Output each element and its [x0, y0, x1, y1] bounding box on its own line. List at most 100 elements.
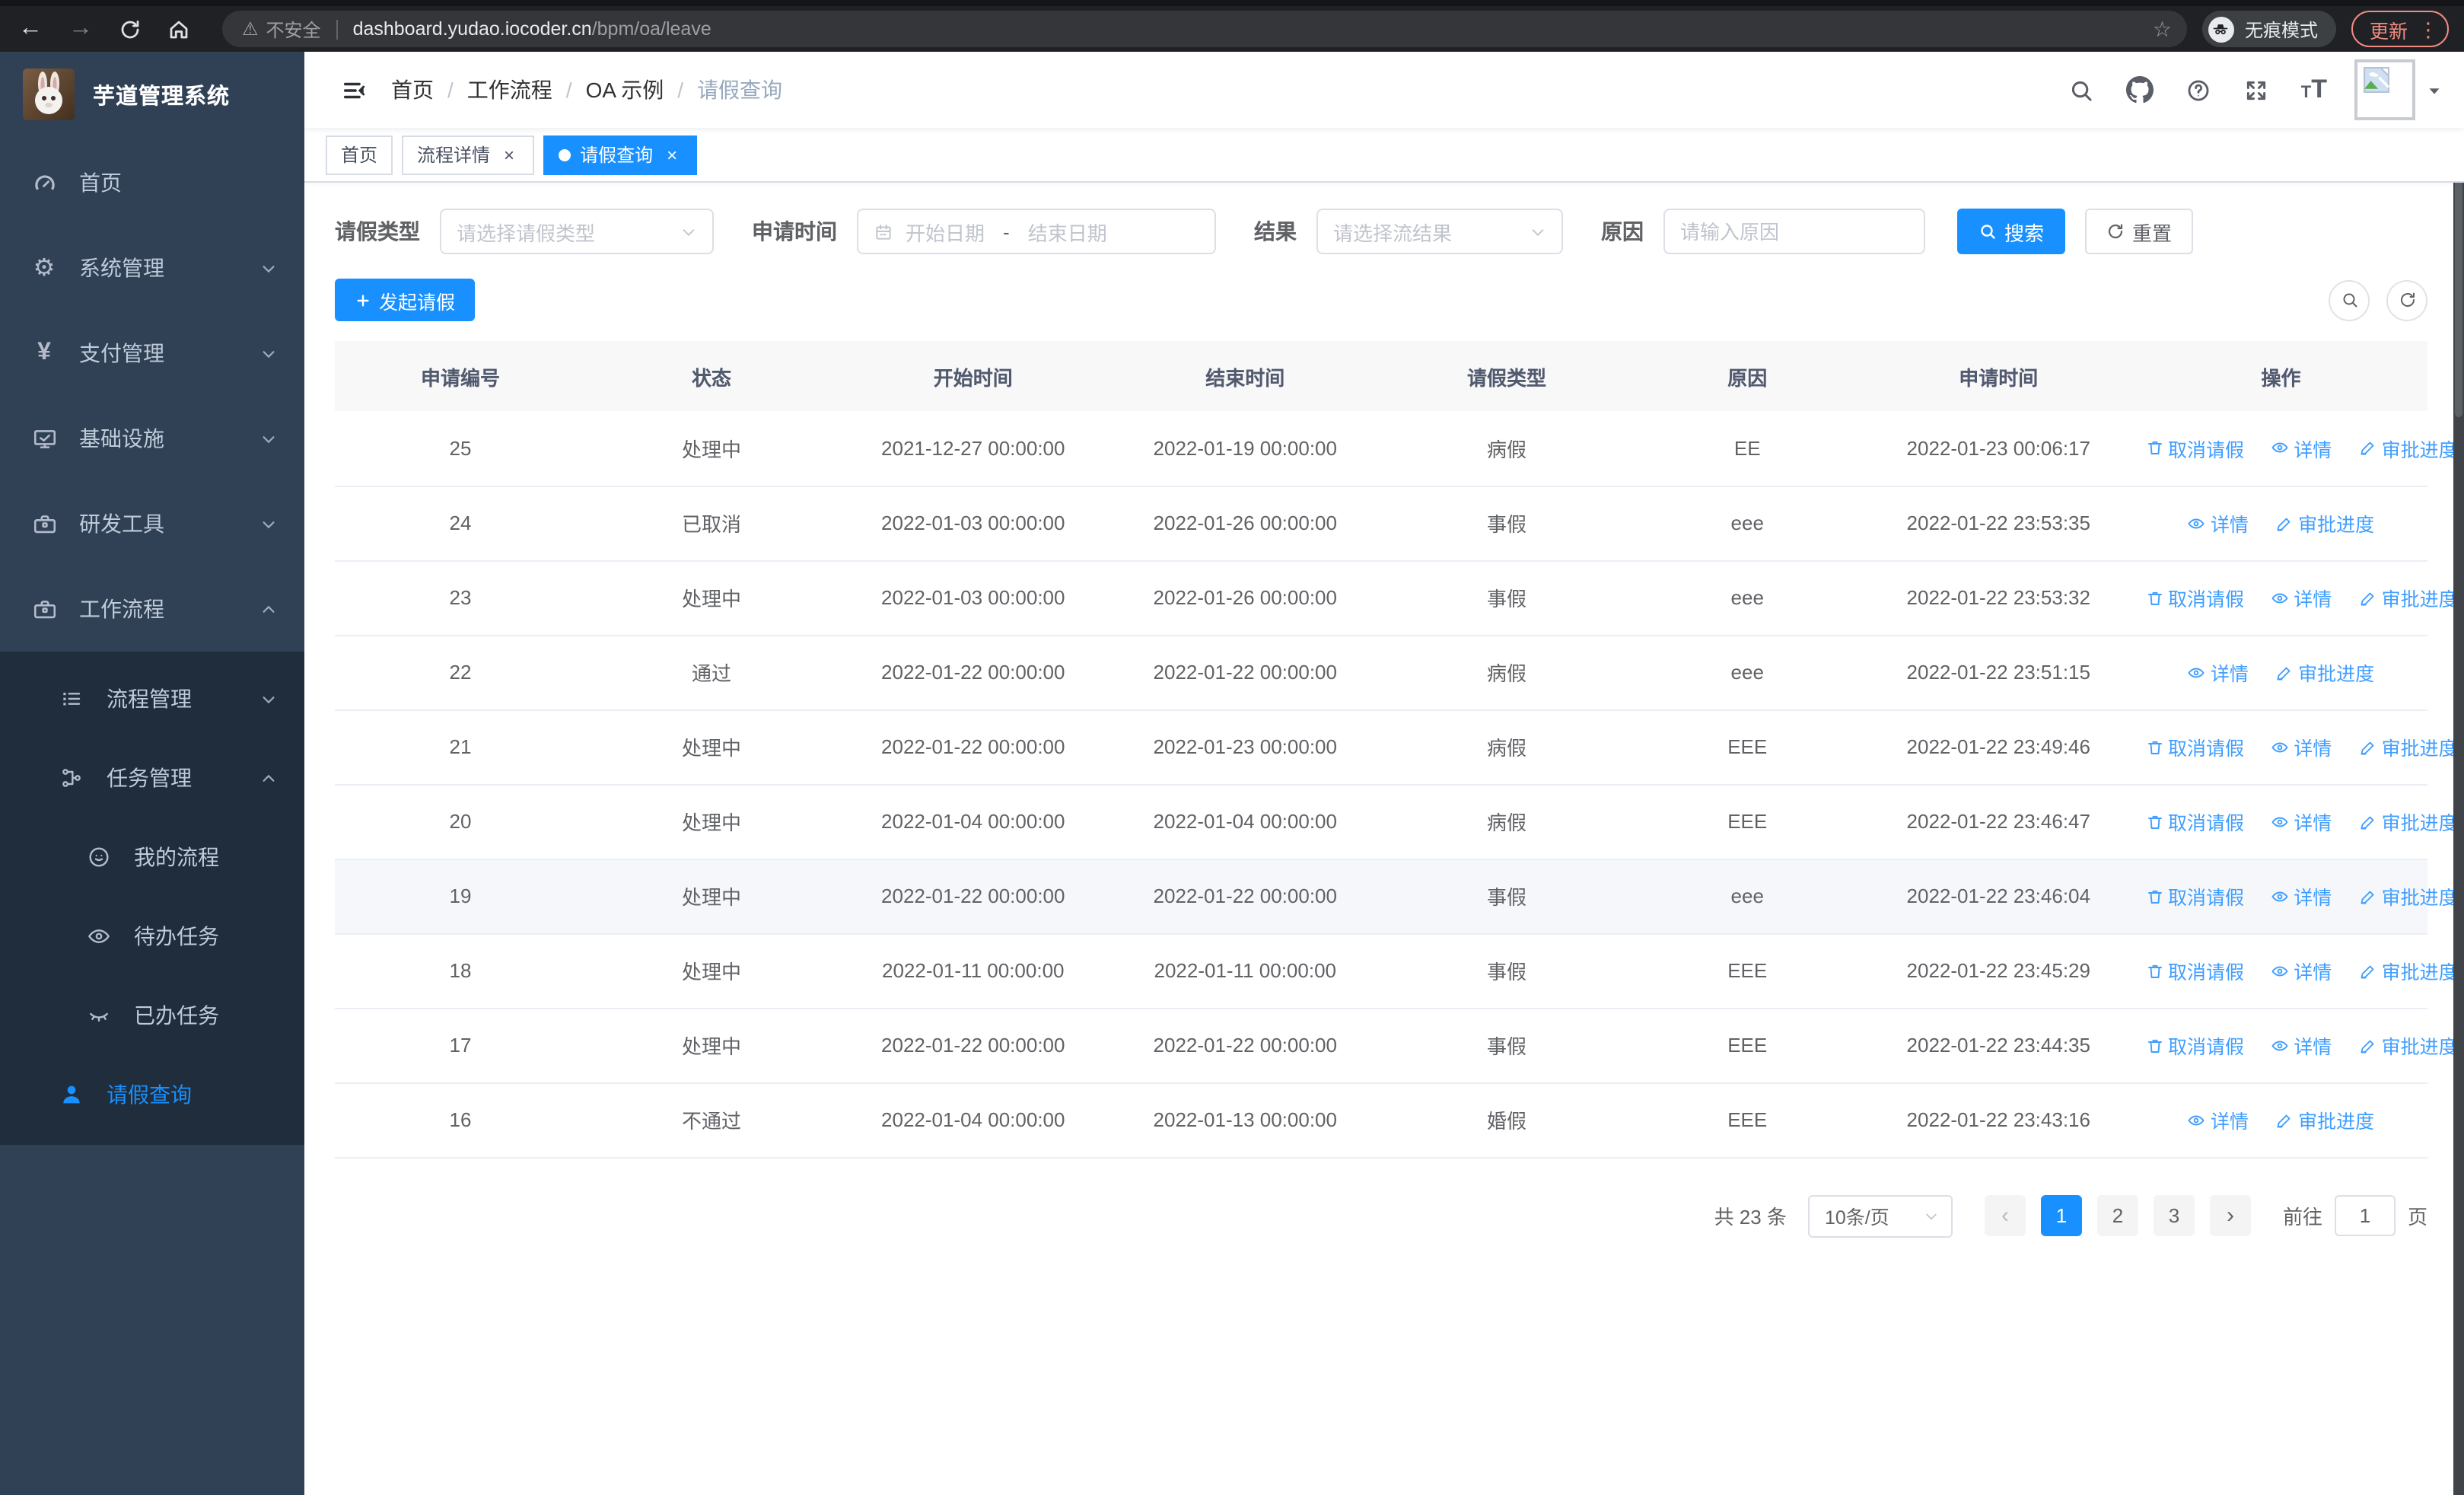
browser-back-icon[interactable]: ←	[18, 16, 43, 41]
approval-progress-link[interactable]: 审批进度	[2359, 732, 2458, 761]
reset-button[interactable]: 重置	[2085, 209, 2194, 254]
sidebar-item-system[interactable]: ⚙ 系统管理	[0, 225, 304, 311]
breadcrumb-item[interactable]: 首页	[391, 75, 434, 105]
detail-link[interactable]: 详情	[2271, 807, 2332, 836]
help-icon[interactable]	[2185, 77, 2211, 103]
cancel-leave-link[interactable]: 取消请假	[2145, 434, 2244, 463]
table-row[interactable]: 24 已取消 2022-01-03 00:00:00 2022-01-26 00…	[335, 486, 2427, 561]
breadcrumb-item[interactable]: OA 示例	[586, 75, 664, 105]
goto-page-input[interactable]	[2334, 1195, 2396, 1236]
sidebar-item-payment[interactable]: ¥ 支付管理	[0, 311, 304, 396]
sidebar-item-task-management[interactable]: 任务管理	[0, 738, 304, 818]
cancel-leave-link[interactable]: 取消请假	[2145, 583, 2244, 612]
cell-start-time: 2022-01-03 00:00:00	[837, 560, 1109, 636]
sidebar-item-workflow[interactable]: 工作流程	[0, 566, 304, 652]
cancel-leave-link[interactable]: 取消请假	[2145, 732, 2244, 761]
detail-link[interactable]: 详情	[2271, 434, 2332, 463]
detail-link[interactable]: 详情	[2271, 1031, 2332, 1060]
fullscreen-icon[interactable]	[2243, 77, 2269, 103]
cancel-leave-link[interactable]: 取消请假	[2145, 881, 2244, 910]
leave-type-select[interactable]: 请选择请假类型	[440, 209, 714, 254]
app-logo-image	[23, 69, 75, 120]
table-row[interactable]: 17 处理中 2022-01-22 00:00:00 2022-01-22 00…	[335, 1008, 2458, 1083]
approval-progress-link[interactable]: 审批进度	[2359, 1031, 2458, 1060]
sidebar-item-infrastructure[interactable]: 基础设施	[0, 396, 304, 481]
cancel-leave-link[interactable]: 取消请假	[2145, 1031, 2244, 1060]
sidebar-item-todo-tasks[interactable]: 待办任务	[0, 897, 304, 976]
browser-home-icon[interactable]	[167, 18, 190, 40]
hide-search-button[interactable]	[2329, 279, 2370, 320]
approval-progress-link[interactable]: 审批进度	[2359, 434, 2458, 463]
cell-leave-type: 病假	[1381, 635, 1632, 710]
table-row[interactable]: 23 处理中 2022-01-03 00:00:00 2022-01-26 00…	[335, 560, 2458, 636]
table-row[interactable]: 25 处理中 2021-12-27 00:00:00 2022-01-19 00…	[335, 411, 2458, 486]
detail-link[interactable]: 详情	[2271, 881, 2332, 910]
page-button-2[interactable]: 2	[2096, 1195, 2138, 1236]
tag-leave-query[interactable]: 请假查询 ×	[543, 135, 698, 174]
gear-icon: ⚙	[33, 256, 56, 282]
cell-start-time: 2022-01-04 00:00:00	[837, 1082, 1109, 1158]
sidebar-item-dev-tools[interactable]: 研发工具	[0, 481, 304, 566]
table-header-row: 申请编号 状态 开始时间 结束时间 请假类型 原因 申请时间 操作	[335, 341, 2427, 411]
table-row[interactable]: 21 处理中 2022-01-22 00:00:00 2022-01-23 00…	[335, 709, 2458, 785]
sidebar-item-process-management[interactable]: 流程管理	[0, 659, 304, 738]
page-button-1[interactable]: 1	[2040, 1195, 2082, 1236]
close-icon[interactable]: ×	[499, 145, 519, 164]
table-row[interactable]: 19 处理中 2022-01-22 00:00:00 2022-01-22 00…	[335, 859, 2458, 934]
tag-home[interactable]: 首页	[326, 135, 393, 174]
prev-page-button[interactable]: ‹	[1984, 1195, 2026, 1236]
sidebar-item-done-tasks[interactable]: 已办任务	[0, 976, 304, 1055]
detail-link[interactable]: 详情	[2188, 1105, 2249, 1134]
approval-progress-link[interactable]: 审批进度	[2275, 1105, 2374, 1134]
page-size-select[interactable]: 10条/页	[1807, 1194, 1953, 1237]
browser-forward-icon[interactable]: →	[68, 16, 93, 41]
avatar[interactable]	[2354, 59, 2415, 120]
table-row[interactable]: 16 不通过 2022-01-04 00:00:00 2022-01-13 00…	[335, 1082, 2427, 1158]
create-leave-button[interactable]: 发起请假	[335, 279, 476, 321]
table-row[interactable]: 18 处理中 2022-01-11 00:00:00 2022-01-11 00…	[335, 933, 2458, 1009]
font-size-icon[interactable]: TT	[2301, 75, 2327, 105]
address-bar[interactable]: ⚠ 不安全 dashboard.yudao.iocoder.cn /bpm/oa…	[222, 11, 2187, 47]
sidebar-item-leave-query[interactable]: 请假查询	[0, 1055, 304, 1134]
cancel-leave-link[interactable]: 取消请假	[2145, 807, 2244, 836]
detail-link[interactable]: 详情	[2188, 658, 2249, 687]
github-icon[interactable]	[2125, 76, 2154, 104]
detail-link[interactable]: 详情	[2188, 508, 2249, 537]
close-icon[interactable]: ×	[662, 145, 682, 164]
breadcrumb-item[interactable]: 工作流程	[467, 75, 552, 105]
approval-progress-link[interactable]: 审批进度	[2359, 881, 2458, 910]
sidebar-collapse-icon[interactable]	[341, 77, 367, 103]
page-button-3[interactable]: 3	[2153, 1195, 2195, 1236]
tag-process-detail[interactable]: 流程详情 ×	[402, 135, 535, 174]
approval-progress-link[interactable]: 审批进度	[2275, 658, 2374, 687]
browser-menu-icon[interactable]: ⋮	[2418, 19, 2438, 39]
next-page-button[interactable]: ›	[2209, 1195, 2251, 1236]
security-warning-label[interactable]: 不安全	[266, 16, 321, 42]
approval-progress-link[interactable]: 审批进度	[2359, 583, 2458, 612]
table-row[interactable]: 20 处理中 2022-01-04 00:00:00 2022-01-04 00…	[335, 784, 2458, 859]
cancel-leave-link[interactable]: 取消请假	[2145, 956, 2244, 985]
search-button[interactable]: 搜索	[1957, 209, 2066, 254]
detail-link[interactable]: 详情	[2271, 583, 2332, 612]
app-logo[interactable]: 芋道管理系统	[0, 52, 304, 137]
filter-form: 请假类型 请选择请假类型 申请时间 开始日期 - 结束日期 结果 请选择流结果 …	[335, 209, 2427, 254]
browser-update-button[interactable]: 更新 ⋮	[2351, 11, 2449, 47]
approval-progress-link[interactable]: 审批进度	[2275, 508, 2374, 537]
reason-input[interactable]	[1663, 209, 1925, 254]
browser-reload-icon[interactable]	[119, 18, 142, 40]
approval-progress-link[interactable]: 审批进度	[2359, 807, 2458, 836]
approval-progress-link[interactable]: 审批进度	[2359, 956, 2458, 985]
refresh-table-button[interactable]	[2386, 279, 2427, 320]
sidebar-item-home[interactable]: 首页	[0, 140, 304, 225]
apply-time-range-picker[interactable]: 开始日期 - 结束日期	[857, 209, 1216, 254]
detail-link[interactable]: 详情	[2271, 732, 2332, 761]
detail-link[interactable]: 详情	[2271, 956, 2332, 985]
header-search-icon[interactable]	[2068, 77, 2094, 103]
bookmark-star-icon[interactable]: ☆	[2153, 16, 2172, 42]
cell-start-time: 2022-01-11 00:00:00	[837, 933, 1109, 1009]
avatar-caret-icon[interactable]	[2426, 81, 2443, 98]
result-select[interactable]: 请选择流结果	[1316, 209, 1563, 254]
scrollbar[interactable]	[2453, 52, 2464, 1495]
table-row[interactable]: 22 通过 2022-01-22 00:00:00 2022-01-22 00:…	[335, 635, 2427, 710]
sidebar-item-my-processes[interactable]: 我的流程	[0, 818, 304, 897]
